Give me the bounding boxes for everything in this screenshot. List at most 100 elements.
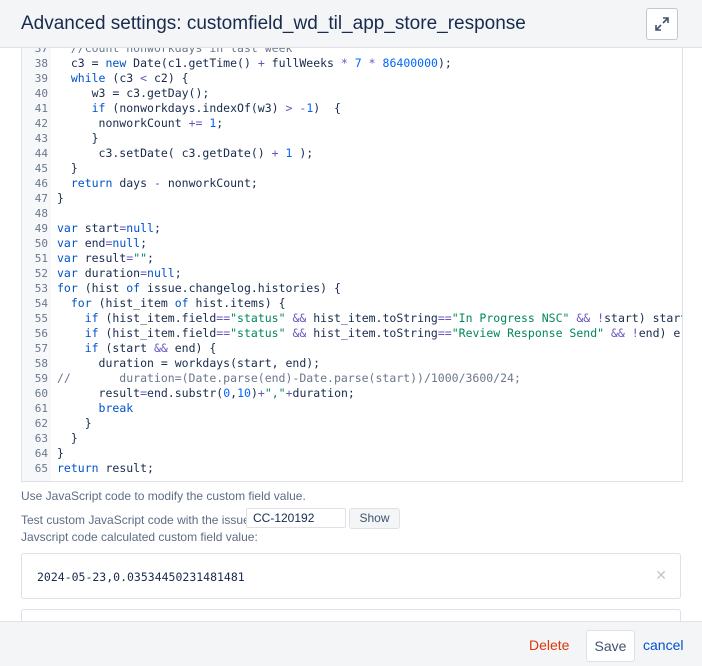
help-text: Use JavaScript code to modify the custom… bbox=[21, 489, 306, 503]
line-number: 56 bbox=[34, 327, 48, 340]
code-line: 53 for (hist of issue.changelog.histories… bbox=[22, 281, 682, 296]
test-label: Test custom JavaScript code with the iss… bbox=[21, 513, 250, 527]
close-icon[interactable]: ✕ bbox=[655, 567, 667, 584]
code-line: 51 var result=""; bbox=[22, 251, 682, 266]
code-text: w3 = c3.getDay(); bbox=[57, 86, 210, 100]
code-text: var end=null; bbox=[57, 236, 148, 250]
code-line: 61 break bbox=[22, 401, 682, 416]
line-number: 60 bbox=[34, 387, 48, 400]
code-text: return result; bbox=[57, 461, 154, 475]
save-button[interactable]: Save bbox=[586, 630, 635, 662]
line-number: 45 bbox=[34, 162, 48, 175]
code-line: 50 var end=null; bbox=[22, 236, 682, 251]
code-line: 58 duration = workdays(start, end); bbox=[22, 356, 682, 371]
code-line: 52 var duration=null; bbox=[22, 266, 682, 281]
code-text: } bbox=[57, 131, 99, 145]
code-text: c3.setDate( c3.getDate() + 1 ); bbox=[57, 146, 314, 160]
code-line: 44 c3.setDate( c3.getDate() + 1 ); bbox=[22, 146, 682, 161]
code-line: 47} bbox=[22, 191, 682, 206]
dialog-title: Advanced settings: customfield_wd_til_ap… bbox=[21, 13, 526, 34]
code-line: 57 if (start && end) { bbox=[22, 341, 682, 356]
code-line: 41 if (nonworkdays.indexOf(w3) > -1) { bbox=[22, 101, 682, 116]
code-text: result=end.substr(0,10)+","+duration; bbox=[57, 386, 355, 400]
result-value: 2024-05-23,0.03534450231481481 bbox=[37, 570, 245, 584]
line-number: 55 bbox=[34, 312, 48, 325]
code-text: } bbox=[57, 191, 64, 205]
code-text: duration = workdays(start, end); bbox=[57, 356, 321, 370]
line-number: 40 bbox=[34, 87, 48, 100]
code-line: 60 result=end.substr(0,10)+","+duration; bbox=[22, 386, 682, 401]
line-number: 39 bbox=[34, 72, 48, 85]
result-box: 2024-05-23,0.03534450231481481 ✕ bbox=[21, 553, 681, 599]
expand-arrows-icon bbox=[655, 17, 669, 31]
line-number: 65 bbox=[34, 462, 48, 475]
line-number: 42 bbox=[34, 117, 48, 130]
line-number: 46 bbox=[34, 177, 48, 190]
code-text: } bbox=[57, 431, 78, 445]
code-text: if (hist_item.field=="status" && hist_it… bbox=[84, 311, 683, 325]
code-line: 37 //count nonworkdays in last week bbox=[22, 48, 682, 56]
line-number: 49 bbox=[34, 222, 48, 235]
cancel-button[interactable]: cancel bbox=[643, 637, 683, 653]
code-line: 63 } bbox=[22, 431, 682, 446]
show-button[interactable]: Show bbox=[349, 508, 400, 529]
code-editor[interactable]: 37 //count nonworkdays in last week 38 c3… bbox=[21, 48, 683, 482]
code-text: if (nonworkdays.indexOf(w3) > -1) { bbox=[91, 101, 341, 115]
code-line: 65 return result; bbox=[22, 461, 682, 476]
code-text: var duration=null; bbox=[57, 266, 182, 280]
code-text: if (start && end) { bbox=[84, 341, 217, 355]
line-number: 47 bbox=[34, 192, 48, 205]
code-text: } bbox=[57, 416, 92, 430]
line-number: 43 bbox=[34, 132, 48, 145]
code-line: 55 if (hist_item.field=="status" && hist… bbox=[22, 311, 682, 326]
code-text: } bbox=[57, 161, 78, 175]
line-number: 51 bbox=[34, 252, 48, 265]
issue-key-input[interactable] bbox=[246, 508, 346, 528]
code-text: var result=""; bbox=[57, 251, 154, 265]
code-text: for (hist of issue.changelog.histories) … bbox=[57, 281, 341, 295]
code-line: 49 var start=null; bbox=[22, 221, 682, 236]
line-number: 50 bbox=[34, 237, 48, 250]
test-row: Test custom JavaScript code with the iss… bbox=[21, 508, 661, 530]
code-text: if (hist_item.field=="status" && hist_it… bbox=[84, 326, 681, 340]
code-text: nonworkCount += 1; bbox=[57, 116, 224, 130]
code-text: break bbox=[98, 401, 134, 415]
code-line: 54 for (hist_item of hist.items) { bbox=[22, 296, 682, 311]
code-text: // duration=(Date.parse(end)-Date.parse(… bbox=[57, 371, 521, 385]
code-text: } bbox=[57, 446, 64, 460]
code-text: for (hist_item of hist.items) { bbox=[70, 296, 286, 310]
line-number: 48 bbox=[34, 207, 48, 220]
line-number: 59 bbox=[34, 372, 48, 385]
code-line: 43 } bbox=[22, 131, 682, 146]
code-line: 46 return days - nonworkCount; bbox=[22, 176, 682, 191]
code-line: 62 } bbox=[22, 416, 682, 431]
code-text: c3 = new Date(c1.getTime() + fullWeeks *… bbox=[57, 56, 452, 70]
result-label: Javscript code calculated custom field v… bbox=[21, 530, 258, 544]
code-line: 38 c3 = new Date(c1.getTime() + fullWeek… bbox=[22, 56, 682, 71]
dialog-footer: Delete Save cancel bbox=[0, 621, 702, 666]
line-number: 57 bbox=[34, 342, 48, 355]
code-text: var start=null; bbox=[57, 221, 161, 235]
delete-button[interactable]: Delete bbox=[529, 637, 569, 653]
code-line: 39 while (c3 < c2) { bbox=[22, 71, 682, 86]
line-number: 38 bbox=[34, 57, 48, 70]
expand-button[interactable] bbox=[646, 8, 678, 40]
line-number: 52 bbox=[34, 267, 48, 280]
code-line: 59 // duration=(Date.parse(end)-Date.pars… bbox=[22, 371, 682, 386]
line-number: 62 bbox=[34, 417, 48, 430]
code-text: //count nonworkdays in last week bbox=[70, 48, 293, 55]
line-number: 53 bbox=[34, 282, 48, 295]
line-number: 61 bbox=[34, 402, 48, 415]
code-line: 64} bbox=[22, 446, 682, 461]
line-number: 64 bbox=[34, 447, 48, 460]
line-number: 41 bbox=[34, 102, 48, 115]
line-number: 58 bbox=[34, 357, 48, 370]
line-number: 63 bbox=[34, 432, 48, 445]
code-line: 45 } bbox=[22, 161, 682, 176]
line-number: 37 bbox=[34, 48, 48, 55]
line-number: 54 bbox=[34, 297, 48, 310]
code-line: 56 if (hist_item.field=="status" && hist… bbox=[22, 326, 682, 341]
code-line: 48 bbox=[22, 206, 682, 221]
code-line: 40 w3 = c3.getDay(); bbox=[22, 86, 682, 101]
code-text: return days - nonworkCount; bbox=[70, 176, 258, 190]
